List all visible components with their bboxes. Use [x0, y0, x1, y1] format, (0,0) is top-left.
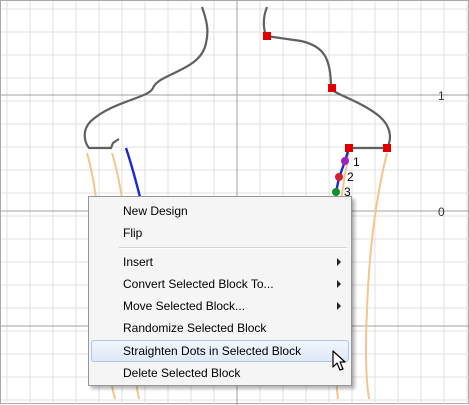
- control-handle[interactable]: [383, 144, 391, 152]
- menu-item-new-design[interactable]: New Design: [91, 200, 349, 222]
- menu-separator: [119, 247, 347, 249]
- menu-item-straighten-dots[interactable]: Straighten Dots in Selected Block: [91, 340, 349, 362]
- submenu-arrow-icon: [337, 280, 341, 288]
- menu-item-label: Flip: [123, 226, 143, 240]
- y-axis-label-zero: 0: [438, 205, 445, 219]
- submenu-arrow-icon: [337, 258, 341, 266]
- block-point-label: 2: [347, 170, 354, 184]
- context-menu: New Design Flip Insert Convert Selected …: [88, 196, 352, 386]
- menu-item-label: New Design: [123, 204, 188, 218]
- control-handle[interactable]: [345, 144, 353, 152]
- control-handle[interactable]: [328, 84, 336, 92]
- block-point-dot[interactable]: [332, 188, 340, 196]
- menu-item-label: Randomize Selected Block: [123, 321, 267, 335]
- menu-item-flip[interactable]: Flip: [91, 222, 349, 244]
- submenu-arrow-icon: [337, 302, 341, 310]
- menu-item-label: Straighten Dots in Selected Block: [123, 344, 302, 358]
- menu-item-label: Insert: [123, 255, 154, 269]
- menu-item-move-selected-block[interactable]: Move Selected Block...: [91, 295, 349, 317]
- y-axis-label-one: 1: [438, 89, 445, 103]
- pattern-outline-right-outer: [364, 152, 388, 400]
- menu-item-label: Move Selected Block...: [123, 299, 246, 313]
- block-point-dot[interactable]: [341, 157, 349, 165]
- menu-item-label: Delete Selected Block: [123, 366, 241, 380]
- menu-item-delete-selected-block[interactable]: Delete Selected Block: [91, 362, 349, 384]
- menu-item-convert-selected-block[interactable]: Convert Selected Block To...: [91, 273, 349, 295]
- menu-item-label: Convert Selected Block To...: [123, 277, 274, 291]
- block-point-label: 1: [353, 155, 360, 169]
- menu-item-randomize-selected-block[interactable]: Randomize Selected Block: [91, 317, 349, 339]
- control-handle[interactable]: [263, 32, 271, 40]
- mouse-pointer-icon: [332, 350, 346, 371]
- menu-item-insert[interactable]: Insert: [91, 251, 349, 273]
- block-point-dot[interactable]: [335, 173, 343, 181]
